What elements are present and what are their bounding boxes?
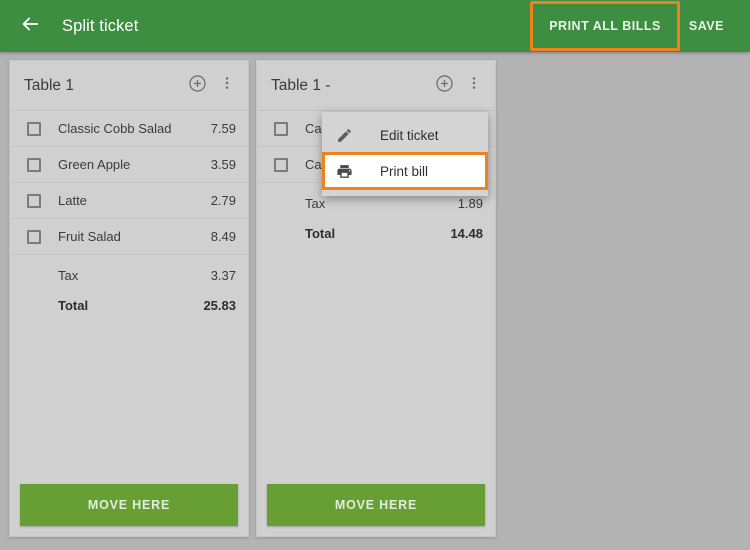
print-all-bills-wrapper: PRINT ALL BILLS [530,1,680,51]
tax-label: Tax [305,195,326,211]
line-item-name: Latte [58,193,87,208]
line-item-checkbox[interactable] [27,157,41,172]
line-item-checkbox[interactable] [274,121,288,136]
ticket-title: Table 1 [24,76,74,94]
line-item-name: Classic Cobb Salad [58,121,172,136]
menu-item-label: Print bill [380,163,429,179]
plus-circle-icon [188,74,207,98]
line-item-checkbox-cell[interactable] [10,121,58,136]
line-item-checkbox[interactable] [274,157,288,172]
line-item-price: 2.79 [210,193,236,208]
ticket-card-body: Classic Cobb Salad 7.59 Green Apple 3.59… [10,111,248,474]
list-item[interactable]: Classic Cobb Salad 7.59 [10,111,248,147]
more-vertical-icon [466,75,482,96]
line-item-checkbox-cell[interactable] [10,157,58,172]
arrow-left-icon [19,13,41,40]
list-item[interactable]: Green Apple 3.59 [10,147,248,183]
ticket-card-header: Table 1 [10,61,248,111]
total-row: Total 25.83 [10,290,248,320]
pencil-icon [336,127,366,144]
app-root: Split ticket PRINT ALL BILLS SAVE Table … [0,0,750,550]
menu-item-label: Edit ticket [380,127,439,143]
line-item-checkbox-cell[interactable] [10,229,58,244]
menu-item-edit-ticket[interactable]: Edit ticket [322,118,488,152]
line-item-checkbox[interactable] [27,121,41,136]
save-button[interactable]: SAVE [679,11,734,41]
total-label: Total [58,297,89,313]
ticket-card-footer: MOVE HERE [10,474,248,536]
more-vertical-icon [219,75,235,96]
move-here-button[interactable]: MOVE HERE [20,484,238,526]
total-row: Total 14.48 [257,218,495,248]
line-item-checkbox[interactable] [27,229,41,244]
list-item[interactable]: Latte 2.79 [10,183,248,219]
line-item-checkbox[interactable] [27,193,41,208]
ticket-overflow-menu-button[interactable] [459,71,489,101]
ticket-title: Table 1 - [271,76,331,94]
total-label: Total [305,225,336,241]
printer-icon [336,163,366,180]
page-title: Split ticket [62,16,139,35]
total-value: 14.48 [450,225,483,241]
line-item-name: Green Apple [58,157,131,172]
menu-item-print-bill[interactable]: Print bill [322,152,488,190]
split-tickets-container: Table 1 Classic Cobb Salad 7.59 Green Ap… [0,52,750,550]
line-item-price: 8.49 [210,229,236,244]
line-item-price: 3.59 [210,157,236,172]
add-item-button[interactable] [182,71,212,101]
tax-label: Tax [58,267,79,283]
tax-value: 1.89 [457,195,483,211]
total-value: 25.83 [203,297,236,313]
ticket-card-footer: MOVE HERE [257,474,495,536]
print-all-bills-button[interactable]: PRINT ALL BILLS [539,11,671,41]
ticket-card: Table 1 Classic Cobb Salad 7.59 Green Ap… [9,60,249,537]
app-bar: Split ticket PRINT ALL BILLS SAVE [0,0,750,52]
line-item-name: Fruit Salad [58,229,121,244]
add-item-button[interactable] [429,71,459,101]
line-item-price: 7.59 [210,121,236,136]
line-item-checkbox-cell[interactable] [257,157,305,172]
tax-value: 3.37 [210,267,236,283]
line-item-checkbox-cell[interactable] [10,193,58,208]
list-item[interactable]: Fruit Salad 8.49 [10,219,248,255]
plus-circle-icon [435,74,454,98]
back-button[interactable] [6,2,54,50]
ticket-context-menu: Edit ticket Print bill [322,112,488,196]
move-here-button[interactable]: MOVE HERE [267,484,485,526]
ticket-card-header: Table 1 - [257,61,495,111]
tax-row: Tax 3.37 [10,260,248,290]
ticket-overflow-menu-button[interactable] [212,71,242,101]
line-item-checkbox-cell[interactable] [257,121,305,136]
